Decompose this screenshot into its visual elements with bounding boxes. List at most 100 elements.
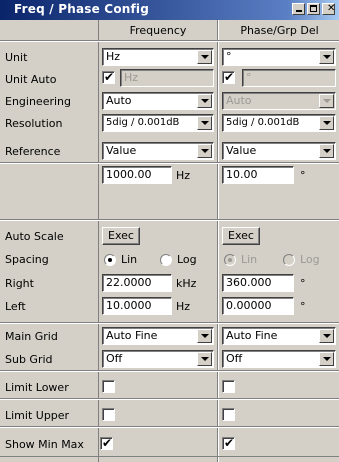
check-icon: ✔ <box>224 70 235 84</box>
frequency-limit-lower-checkbox[interactable] <box>102 380 115 393</box>
frequency-spacing-lin-radio[interactable] <box>104 254 116 266</box>
group-separator-highlight <box>0 323 339 324</box>
frequency-engineering-value: Auto <box>106 94 132 107</box>
phase-reference-dropdown[interactable]: Value <box>222 142 336 160</box>
frequency-unit-dropdown[interactable]: Hz <box>102 48 214 66</box>
frequency-auto-scale-exec-button[interactable]: Exec <box>102 227 140 245</box>
maximize-button[interactable] <box>307 3 320 15</box>
frequency-reference-unit: Hz <box>176 169 191 182</box>
check-icon: ✔ <box>224 436 235 450</box>
frequency-main-grid-dropdown[interactable]: Auto Fine <box>102 327 214 345</box>
frequency-spacing-lin-label: Lin <box>121 253 138 266</box>
chevron-down-icon[interactable] <box>197 116 212 130</box>
frequency-right-unit: kHz <box>176 277 197 290</box>
title-bar[interactable]: Freq / Phase Config ✕ <box>0 0 339 20</box>
frequency-resolution-dropdown[interactable]: 5dig / 0.001dB <box>102 114 214 132</box>
column-header-frequency: Frequency <box>129 24 187 37</box>
close-icon: ✕ <box>327 3 336 14</box>
column-header-phase: Phase/Grp Del <box>240 24 319 37</box>
frequency-spacing-log-label: Log <box>177 253 197 266</box>
frequency-reference-value-input[interactable]: 1000.00 <box>102 166 172 184</box>
phase-spacing-log-radio <box>283 254 295 266</box>
frequency-spacing-log-radio[interactable] <box>160 254 172 266</box>
frequency-unit-auto-value: Hz <box>124 71 139 84</box>
phase-right-input[interactable]: 360.000 <box>222 274 294 292</box>
frequency-unit-auto-checkbox[interactable]: ✔ <box>102 70 115 84</box>
frequency-sub-grid-dropdown[interactable]: Off <box>102 350 214 368</box>
unit-auto-label: Unit Auto <box>5 73 57 86</box>
phase-reference-value-input[interactable]: 10.00 <box>222 166 294 184</box>
phase-unit-auto-field: ° <box>242 69 336 87</box>
phase-auto-scale-exec-button[interactable]: Exec <box>222 227 260 245</box>
freq-phase-config-window: Freq / Phase Config ✕ Frequency Phase/Gr… <box>0 0 339 462</box>
frequency-reference-value: 1000.00 <box>106 168 152 181</box>
frequency-unit-value: Hz <box>106 50 121 63</box>
window-title: Freq / Phase Config <box>14 2 150 16</box>
left-label: Left <box>5 300 26 313</box>
frequency-engineering-dropdown[interactable]: Auto <box>102 92 214 110</box>
frequency-left-input[interactable]: 10.0000 <box>102 297 172 315</box>
maximize-icon <box>310 5 317 12</box>
spacing-label: Spacing <box>5 253 49 266</box>
chevron-down-icon[interactable] <box>197 352 212 366</box>
frequency-reference-dropdown[interactable]: Value <box>102 142 214 160</box>
group-separator <box>0 456 339 457</box>
show-min-max-label: Show Min Max <box>5 438 84 451</box>
frequency-reference-mode: Value <box>106 144 137 157</box>
frequency-limit-upper-checkbox[interactable] <box>102 408 115 421</box>
frequency-right-value: 22.0000 <box>106 276 152 289</box>
phase-engineering-dropdown: Auto <box>222 92 336 110</box>
group-separator-highlight <box>0 220 339 221</box>
group-separator-highlight <box>0 371 339 372</box>
sub-grid-label: Sub Grid <box>5 353 53 366</box>
engineering-label: Engineering <box>5 95 71 108</box>
close-button[interactable]: ✕ <box>322 3 335 15</box>
reference-label: Reference <box>5 145 61 158</box>
chevron-down-icon[interactable] <box>197 50 212 64</box>
minimize-button[interactable] <box>292 3 305 15</box>
phase-show-min-max-checkbox[interactable]: ✔ <box>222 436 235 450</box>
phase-limit-lower-checkbox[interactable] <box>222 380 235 393</box>
phase-reference-mode: Value <box>226 144 257 157</box>
chevron-down-icon[interactable] <box>197 144 212 158</box>
phase-resolution-dropdown[interactable]: 5dig / 0.001dB <box>222 114 336 132</box>
limit-lower-label: Limit Lower <box>5 381 69 394</box>
chevron-down-icon[interactable] <box>319 50 334 64</box>
check-icon: ✔ <box>102 436 113 450</box>
phase-unit-dropdown[interactable]: ° <box>222 48 336 66</box>
frequency-resolution-value: 5dig / 0.001dB <box>106 117 180 128</box>
frequency-show-min-max-checkbox[interactable]: ✔ <box>100 436 113 450</box>
phase-limit-upper-checkbox[interactable] <box>222 408 235 421</box>
auto-scale-label: Auto Scale <box>5 230 64 243</box>
frequency-left-value: 10.0000 <box>106 299 152 312</box>
group-separator-highlight <box>0 427 339 428</box>
chevron-down-icon[interactable] <box>319 352 334 366</box>
phase-right-unit: ° <box>300 277 306 290</box>
phase-unit-auto-checkbox[interactable]: ✔ <box>222 70 235 84</box>
minimize-icon <box>296 10 302 12</box>
chevron-down-icon[interactable] <box>197 94 212 108</box>
column-divider-highlight <box>218 20 219 462</box>
phase-left-input[interactable]: 0.00000 <box>222 297 294 315</box>
phase-reference-unit: ° <box>300 169 306 182</box>
phase-right-value: 360.000 <box>226 276 272 289</box>
phase-sub-grid-dropdown[interactable]: Off <box>222 350 336 368</box>
frequency-unit-auto-field: Hz <box>120 69 214 87</box>
phase-resolution-value: 5dig / 0.001dB <box>226 117 300 128</box>
column-divider <box>98 20 99 462</box>
chevron-down-icon <box>319 94 334 108</box>
frequency-sub-grid-value: Off <box>106 352 123 365</box>
chevron-down-icon[interactable] <box>319 116 334 130</box>
chevron-down-icon[interactable] <box>319 329 334 343</box>
phase-spacing-lin-label: Lin <box>241 253 258 266</box>
main-grid-label: Main Grid <box>5 330 58 343</box>
phase-spacing-lin-radio <box>224 254 236 266</box>
frequency-right-input[interactable]: 22.0000 <box>102 274 172 292</box>
chevron-down-icon[interactable] <box>197 329 212 343</box>
resolution-label: Resolution <box>5 117 63 130</box>
group-separator-highlight <box>0 163 339 164</box>
chevron-down-icon[interactable] <box>319 144 334 158</box>
phase-main-grid-dropdown[interactable]: Auto Fine <box>222 327 336 345</box>
phase-left-value: 0.00000 <box>226 299 272 312</box>
limit-upper-label: Limit Upper <box>5 409 70 422</box>
